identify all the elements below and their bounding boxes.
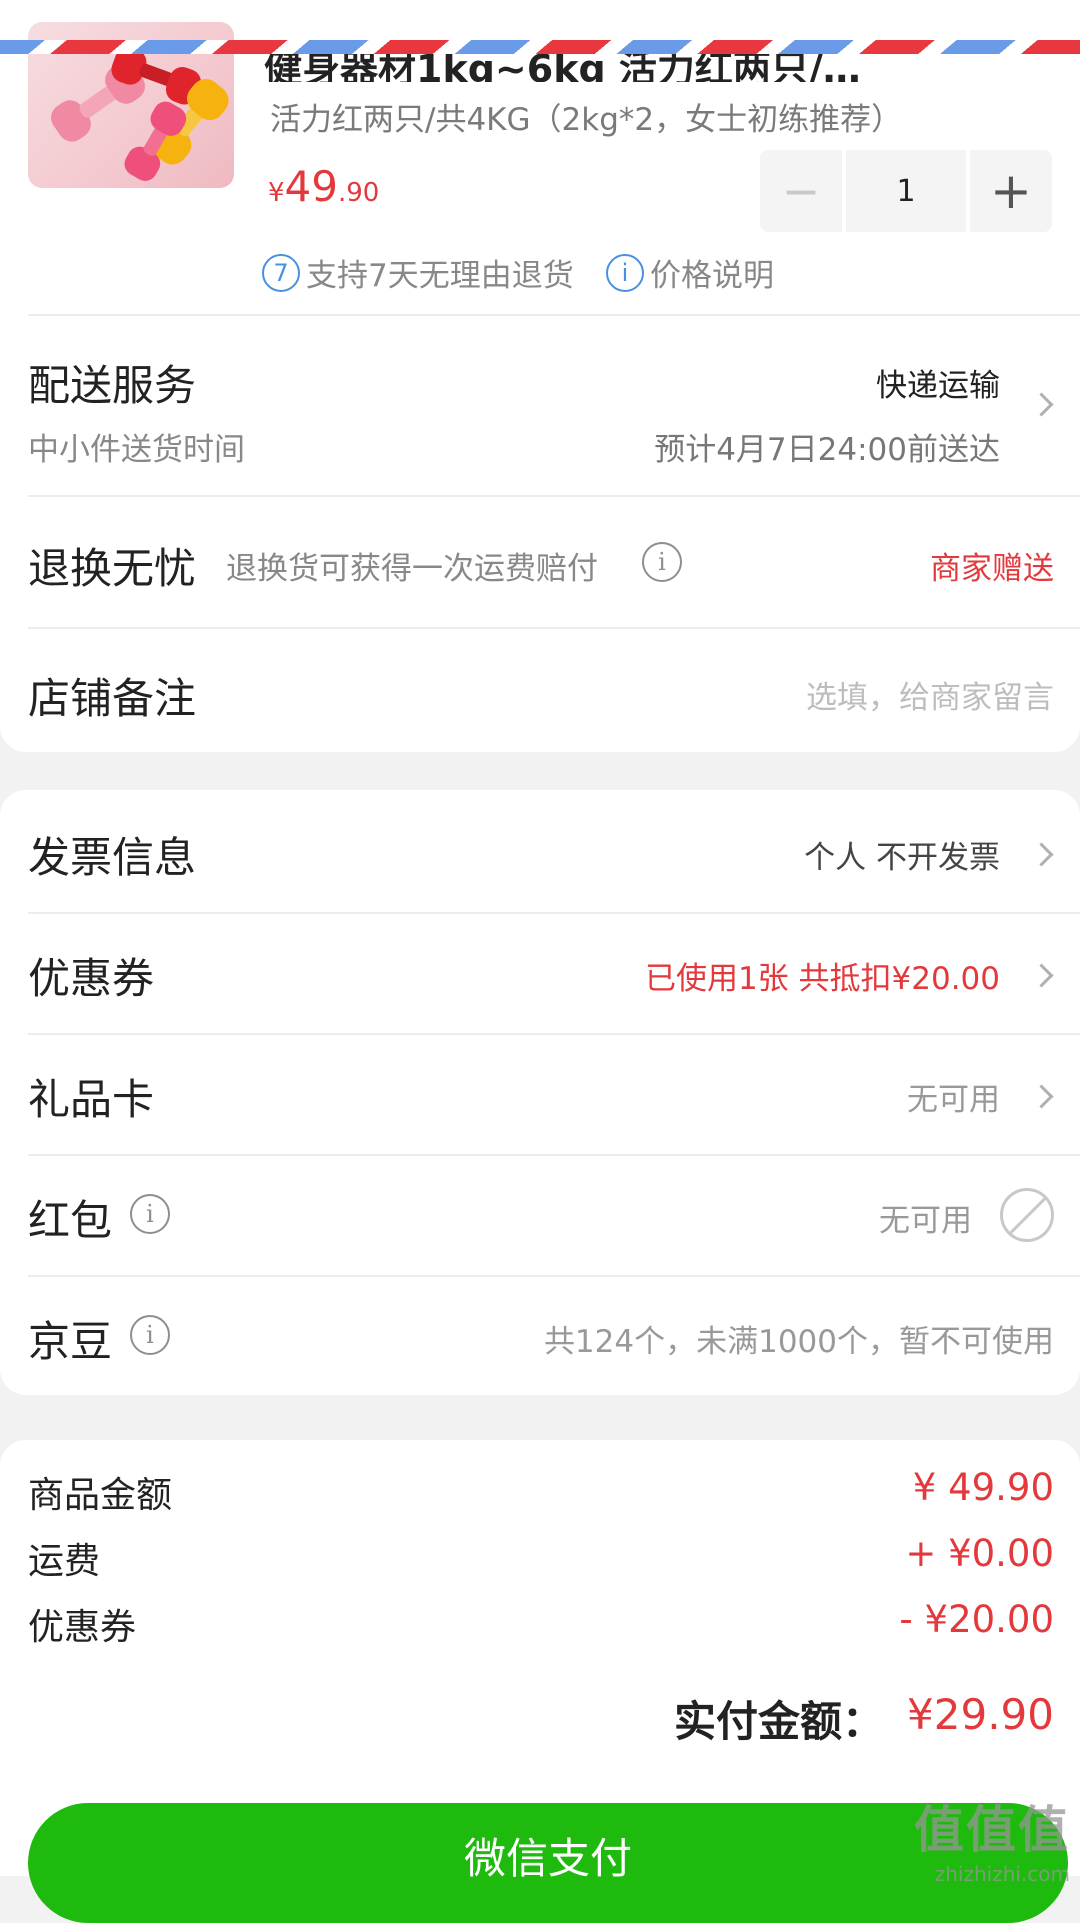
airmail-border xyxy=(0,40,1080,54)
price-decimal: .90 xyxy=(338,178,380,208)
coupon-value: 已使用1张 共抵扣¥20.00 xyxy=(644,961,1000,997)
return-worry-free-desc: 退换货可获得一次运费赔付 xyxy=(226,551,598,587)
gift-card-value: 无可用 xyxy=(907,1082,1000,1118)
return-policy-tag[interactable]: 7 支持7天无理由退货 xyxy=(262,250,574,295)
divider xyxy=(28,1275,1080,1277)
price-summary-card: 商品金额 ¥ 49.90 运费 + ¥0.00 优惠券 - ¥20.00 xyxy=(0,1440,1080,1680)
order-item-card: 健身器材1kg~6kg 活力红两只/共... 活力红两只/共4KG（2kg*2，… xyxy=(0,0,1080,752)
wechat-pay-button[interactable]: 微信支付 xyxy=(28,1803,1068,1923)
watermark-url: zhizhizhi.com xyxy=(934,1862,1070,1886)
coupon-label: 优惠券 xyxy=(28,954,155,1003)
price-integer: 49 xyxy=(284,162,338,211)
order-options-card: 发票信息 个人 不开发票 优惠券 已使用1张 共抵扣¥20.00 礼品卡 无可用… xyxy=(0,790,1080,1395)
return-worry-free-title: 退换无忧 xyxy=(28,544,197,593)
divider xyxy=(28,912,1080,914)
info-icon[interactable]: i xyxy=(130,1194,170,1234)
summary-label: 商品金额 xyxy=(28,1475,173,1516)
watermark: 值值值 zhizhizhi.com xyxy=(914,1790,1070,1886)
delivery-title: 配送服务 xyxy=(28,361,197,410)
total-value: ¥29.90 xyxy=(907,1690,1054,1739)
red-packet-label: 红包 xyxy=(28,1196,113,1245)
store-note-title: 店铺备注 xyxy=(28,674,197,723)
increase-quantity-button[interactable]: + xyxy=(970,150,1052,232)
summary-value: - ¥20.00 xyxy=(899,1598,1054,1641)
wechat-pay-label: 微信支付 xyxy=(463,1834,632,1883)
seven-day-icon: 7 xyxy=(262,253,300,292)
delivery-eta: 预计4月7日24:00前送达 xyxy=(654,432,1000,468)
red-packet-value: 无可用 xyxy=(879,1203,972,1239)
divider xyxy=(28,1033,1080,1035)
price-explanation-label: 价格说明 xyxy=(650,258,774,294)
gift-card-label: 礼品卡 xyxy=(28,1075,155,1124)
disabled-toggle-icon xyxy=(1000,1188,1054,1242)
delivery-subtitle: 中小件送货时间 xyxy=(28,432,245,468)
chevron-right-icon xyxy=(1029,842,1054,867)
quantity-stepper: − 1 + xyxy=(760,150,1052,232)
chevron-right-icon xyxy=(1029,963,1054,988)
summary-value: + ¥0.00 xyxy=(905,1532,1054,1575)
divider xyxy=(28,495,1080,497)
chevron-right-icon xyxy=(1029,392,1054,417)
invoice-value: 个人 不开发票 xyxy=(804,840,1000,876)
watermark-logo: 值值值 xyxy=(914,1801,1070,1859)
summary-label: 运费 xyxy=(28,1541,101,1582)
decrease-quantity-button[interactable]: − xyxy=(760,150,842,232)
total-label: 实付金额： xyxy=(673,1697,884,1746)
return-policy-label: 支持7天无理由退货 xyxy=(306,258,574,294)
info-icon: i xyxy=(606,253,644,292)
product-price: ¥49.90 xyxy=(268,162,379,211)
return-worry-free-status: 商家赠送 xyxy=(930,551,1054,587)
divider xyxy=(28,1154,1080,1156)
summary-label: 优惠券 xyxy=(28,1607,137,1648)
price-explanation-link[interactable]: i 价格说明 xyxy=(606,250,774,295)
info-icon[interactable]: i xyxy=(130,1315,170,1355)
invoice-label: 发票信息 xyxy=(28,833,197,882)
quantity-input[interactable]: 1 xyxy=(846,150,966,232)
delivery-method: 快递运输 xyxy=(876,368,1000,404)
store-note-input[interactable]: 选填，给商家留言 xyxy=(806,672,1054,717)
summary-value: ¥ 49.90 xyxy=(912,1466,1054,1509)
divider xyxy=(28,627,1080,629)
jd-beans-value: 共124个，未满1000个，暂不可使用 xyxy=(543,1324,1054,1360)
chevron-right-icon xyxy=(1029,1084,1054,1109)
divider xyxy=(28,314,1080,316)
info-icon[interactable]: i xyxy=(642,542,682,582)
price-currency: ¥ xyxy=(268,178,285,208)
product-variant: 活力红两只/共4KG（2kg*2，女士初练推荐） xyxy=(270,102,903,138)
jd-beans-label: 京豆 xyxy=(28,1317,113,1366)
